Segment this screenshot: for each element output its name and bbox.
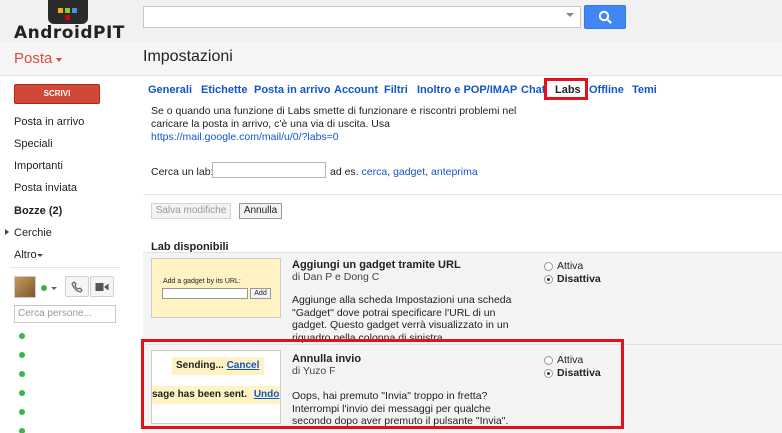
labs-disable-link[interactable]: https://mail.google.com/mail/u/0/?labs=0 <box>151 131 339 143</box>
online-status-icon <box>41 285 47 291</box>
tab-themes[interactable]: Temi <box>632 84 657 96</box>
contact-online-icon[interactable] <box>19 390 25 396</box>
tab-offline[interactable]: Offline <box>589 84 624 96</box>
preview-gadget-label: Add a gadget by its URL: <box>163 278 241 285</box>
header-row <box>0 42 782 76</box>
tab-labels[interactable]: Etichette <box>201 84 247 96</box>
tab-inbox[interactable]: Posta in arrivo <box>254 84 330 96</box>
compose-button[interactable]: SCRIVI <box>14 84 100 104</box>
intro-line-1: Se o quando una funzione di Labs smette … <box>151 105 517 117</box>
lab-search-input[interactable] <box>212 162 326 178</box>
video-icon <box>95 283 109 291</box>
sidebar-item-more[interactable]: Altro <box>14 249 37 261</box>
status-caret-icon[interactable] <box>51 287 57 290</box>
app-switcher-label[interactable]: Posta <box>14 50 52 67</box>
hint-prefix: ad es. <box>330 166 359 178</box>
hint-link-search[interactable]: cerca <box>362 166 388 178</box>
section-divider <box>143 194 782 195</box>
undo-send-highlight <box>141 339 624 429</box>
cancel-button[interactable]: Annulla <box>239 203 282 219</box>
sidebar-item-circles[interactable]: Cerchie <box>14 227 52 239</box>
contact-online-icon[interactable] <box>19 371 25 377</box>
contact-online-icon[interactable] <box>19 333 25 339</box>
tab-general[interactable]: Generali <box>148 84 192 96</box>
hint-link-gadget[interactable]: gadget <box>393 166 425 178</box>
tab-forwarding[interactable]: Inoltro e POP/IMAP <box>417 84 517 96</box>
sidebar-item-sent[interactable]: Posta inviata <box>14 182 77 194</box>
tab-filters[interactable]: Filtri <box>384 84 408 96</box>
lab-enable-radio[interactable] <box>544 262 553 271</box>
sidebar-item-important[interactable]: Importanti <box>14 160 63 172</box>
lab-enable-label[interactable]: Attiva <box>557 260 583 272</box>
androidpit-logo[interactable]: AndroidPIT <box>12 0 125 43</box>
intro-line-2: caricare la posta in arrivo, c'è una via… <box>151 118 390 130</box>
lab-disable-label[interactable]: Disattiva <box>557 273 601 285</box>
phone-call-button[interactable] <box>65 276 89 297</box>
contact-online-icon[interactable] <box>19 352 25 358</box>
lab-search-label: Cerca un lab: <box>151 166 214 178</box>
contact-online-icon[interactable] <box>19 428 25 433</box>
preview-gadget-input <box>162 288 248 299</box>
android-robot-icon <box>48 0 88 24</box>
phone-icon <box>71 281 83 293</box>
lab-description: Aggiunge alla scheda Impostazioni una sc… <box>292 294 512 344</box>
mail-search-input[interactable] <box>143 6 581 28</box>
lab-title: Aggiungi un gadget tramite URL <box>292 259 461 271</box>
preview-add-button: Add <box>250 288 271 299</box>
sidebar-item-starred[interactable]: Speciali <box>14 138 53 150</box>
more-caret-icon[interactable] <box>37 254 43 257</box>
labs-intro-text: Se o quando una funzione di Labs smette … <box>151 105 531 144</box>
sidebar-item-drafts[interactable]: Bozze (2) <box>14 205 62 217</box>
avatar[interactable] <box>14 276 36 298</box>
page-title: Impostazioni <box>143 48 233 65</box>
app-switcher-caret-icon[interactable] <box>56 58 62 62</box>
sidebar-item-inbox[interactable]: Posta in arrivo <box>14 116 84 128</box>
top-bar: AndroidPIT <box>0 0 782 43</box>
magnifier-icon <box>598 10 612 24</box>
hint-link-preview[interactable]: anteprima <box>431 166 478 178</box>
search-button[interactable] <box>584 5 626 29</box>
video-call-button[interactable] <box>90 276 114 297</box>
labs-tab-highlight <box>544 78 588 100</box>
tab-accounts[interactable]: Account <box>334 84 378 96</box>
lab-disable-radio[interactable] <box>544 275 553 284</box>
lab-preview-add-gadget: Add a gadget by its URL: Add <box>151 258 281 318</box>
contact-online-icon[interactable] <box>19 409 25 415</box>
search-options-caret-icon[interactable] <box>566 13 574 17</box>
save-changes-button[interactable]: Salva modifiche <box>151 203 231 219</box>
people-search-input[interactable]: Cerca persone... <box>14 305 116 323</box>
lab-author: di Dan P e Dong C <box>292 271 380 283</box>
logo-text: AndroidPIT <box>14 23 125 43</box>
tab-chat[interactable]: Chat <box>521 84 545 96</box>
expand-arrow-icon[interactable] <box>5 229 9 235</box>
sidebar-divider <box>10 267 120 268</box>
lab-search-hint: ad es. cerca, gadget, anteprima <box>330 166 478 178</box>
